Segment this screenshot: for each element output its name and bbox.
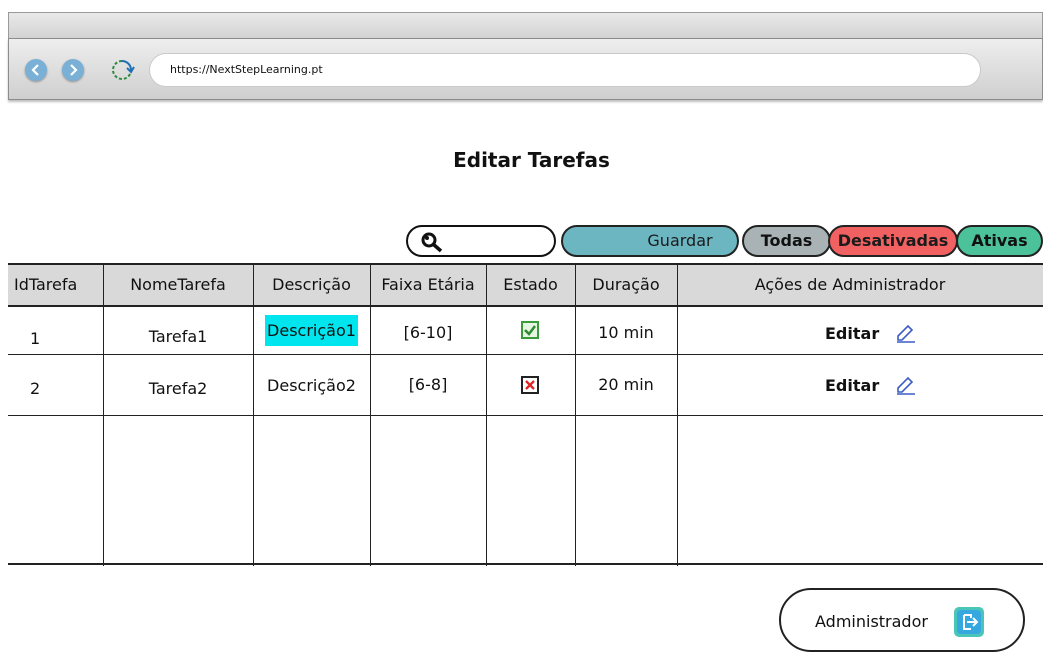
cell-duracao: 10 min — [598, 323, 654, 342]
table-bottom-border — [8, 563, 1043, 565]
edit-icon[interactable] — [894, 320, 918, 344]
filter-desativadas-button[interactable]: Desativadas — [828, 225, 958, 257]
cell-faixa: [6-10] — [403, 323, 453, 342]
check-icon — [524, 325, 536, 336]
edit-link[interactable]: Editar — [825, 324, 879, 343]
browser-tab-strip — [8, 12, 1043, 38]
row-divider — [8, 354, 1043, 355]
header-duracao: Duração — [592, 275, 660, 294]
header-nometarefa: NomeTarefa — [130, 275, 226, 294]
cell-descricao: Descrição2 — [267, 376, 356, 395]
edit-icon[interactable] — [894, 372, 918, 396]
description-highlight[interactable]: Descrição1 — [265, 315, 358, 346]
search-input[interactable] — [406, 225, 556, 257]
filter-todas-button[interactable]: Todas — [742, 225, 831, 257]
cell-faixa: [6-8] — [408, 375, 448, 394]
administrador-button[interactable]: Administrador — [779, 588, 1025, 652]
cell-id: 1 — [30, 329, 41, 348]
search-icon — [421, 232, 443, 253]
estado-checkbox[interactable] — [521, 376, 539, 394]
header-estado: Estado — [503, 275, 558, 294]
header-acoes: Ações de Administrador — [754, 275, 946, 294]
tasks-table: IdTarefa NomeTarefa Descrição Faixa Etár… — [8, 263, 1043, 566]
back-icon — [31, 64, 39, 76]
forward-icon — [70, 64, 78, 76]
reload-button[interactable] — [109, 57, 135, 83]
header-faixa-etaria: Faixa Etária — [381, 275, 475, 294]
cell-duracao: 20 min — [598, 375, 654, 394]
estado-checkbox[interactable] — [521, 321, 539, 339]
header-descricao: Descrição — [272, 275, 351, 294]
cell-nome: Tarefa1 — [148, 327, 208, 346]
address-bar[interactable]: https://NextStepLearning.pt — [149, 53, 981, 87]
row-divider — [8, 415, 1043, 416]
cell-nome: Tarefa2 — [148, 379, 208, 398]
forward-button[interactable] — [62, 59, 84, 81]
guardar-button[interactable]: Guardar — [561, 225, 739, 257]
administrador-label: Administrador — [815, 612, 928, 631]
filter-ativas-button[interactable]: Ativas — [956, 225, 1043, 257]
reload-icon — [112, 60, 135, 80]
page-title: Editar Tarefas — [453, 148, 610, 172]
edit-link[interactable]: Editar — [825, 376, 879, 395]
logout-icon — [954, 607, 984, 637]
header-idtarefa: IdTarefa — [14, 275, 78, 294]
x-icon — [525, 380, 535, 390]
browser-toolbar: https://NextStepLearning.pt — [8, 38, 1043, 100]
cell-descricao[interactable]: Descrição1 — [253, 315, 370, 346]
cell-id: 2 — [30, 379, 41, 398]
back-button[interactable] — [25, 59, 47, 81]
